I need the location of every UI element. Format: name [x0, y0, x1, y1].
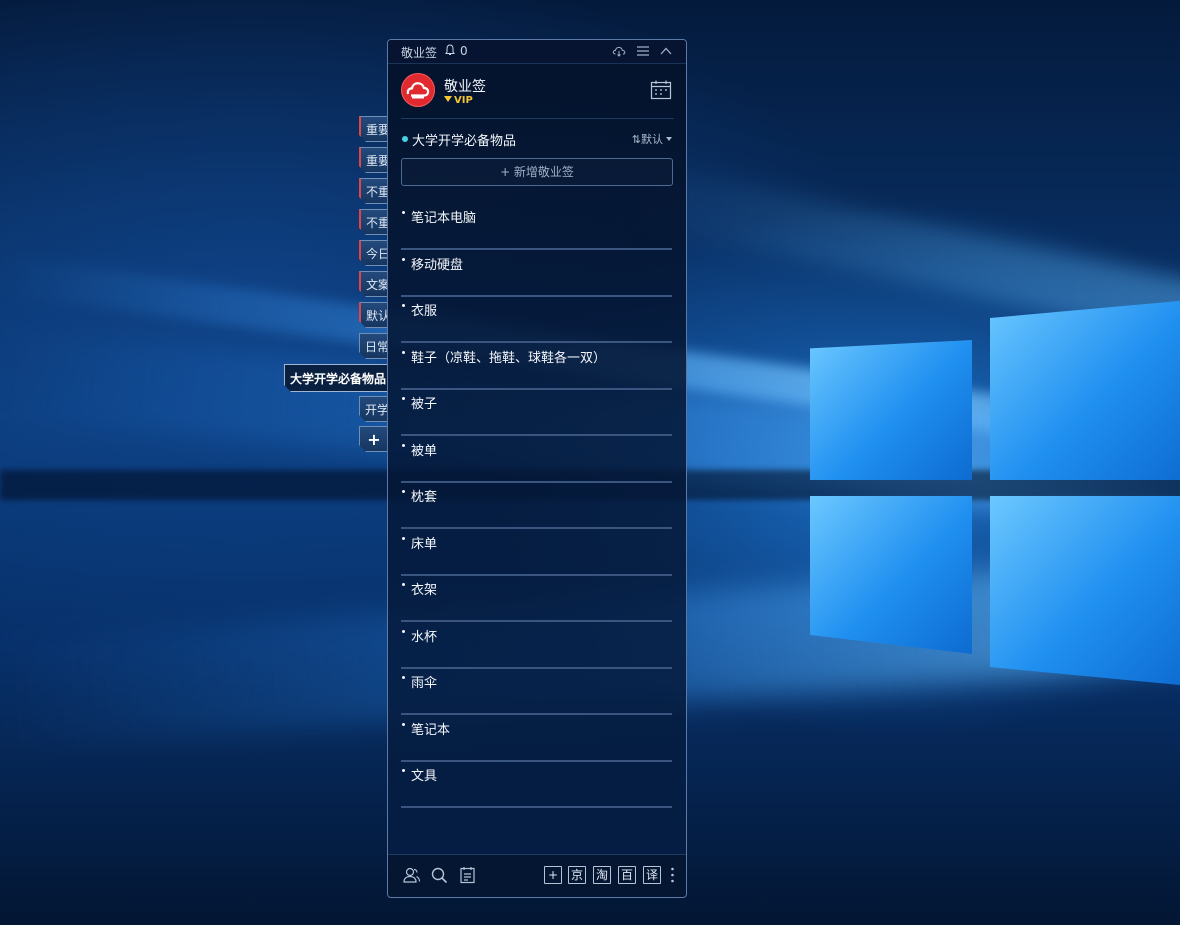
list-item[interactable]: 床单	[401, 530, 672, 576]
side-tab-active[interactable]: 大学开学必备物品	[284, 364, 388, 392]
baidu-shortcut-button[interactable]: 百	[618, 866, 636, 884]
vip-badge: VIP	[444, 95, 473, 106]
side-tab[interactable]: 开学	[359, 396, 388, 422]
side-tab[interactable]: 重要	[359, 116, 388, 142]
bullet-icon	[402, 583, 405, 586]
list-item[interactable]: 被单	[401, 437, 672, 483]
side-tab[interactable]: 不重	[359, 178, 388, 204]
item-separator	[401, 248, 672, 250]
bullet-icon	[402, 211, 405, 214]
list-item[interactable]: 笔记本电脑	[401, 204, 672, 250]
side-tab[interactable]: 文案	[359, 271, 388, 297]
more-icon[interactable]	[671, 866, 674, 884]
title-bar: 敬业签 0	[388, 40, 686, 64]
windows-logo-pane	[990, 496, 1180, 686]
chevron-down-icon	[666, 137, 672, 141]
bell-icon[interactable]	[445, 44, 455, 56]
add-tab-button[interactable]: +	[359, 426, 388, 452]
bullet-icon	[402, 351, 405, 354]
cloud-sync-icon[interactable]	[612, 44, 626, 58]
calendar-icon[interactable]	[650, 79, 672, 101]
bullet-icon	[402, 676, 405, 679]
username: 敬业签	[444, 79, 486, 95]
bullet-icon	[402, 397, 405, 400]
sort-icon: ⇅	[631, 133, 641, 146]
note-panel: 敬业签 0 敬业签 VIP 大学开学必备物品 ⇅默认 + 新增敬业签 笔记本电脑…	[387, 39, 687, 898]
list-item[interactable]: 笔记本	[401, 716, 672, 762]
list-title: 大学开学必备物品	[412, 134, 517, 149]
list-item[interactable]: 衣架	[401, 576, 672, 622]
side-tab[interactable]: 重要	[359, 147, 388, 173]
taobao-shortcut-button[interactable]: 淘	[593, 866, 611, 884]
menu-icon[interactable]	[636, 44, 650, 58]
windows-logo-pane	[990, 300, 1180, 480]
divider	[401, 118, 674, 119]
notes-icon[interactable]	[458, 866, 477, 885]
side-tab[interactable]: 不重	[359, 209, 388, 235]
jd-shortcut-button[interactable]: 京	[568, 866, 586, 884]
add-note-button[interactable]: + 新增敬业签	[401, 158, 673, 186]
app-title: 敬业签	[401, 46, 438, 60]
windows-logo-pane	[810, 496, 972, 654]
item-separator	[401, 713, 672, 715]
side-tab[interactable]: 今日	[359, 240, 388, 266]
notification-count: 0	[460, 44, 468, 58]
windows-logo-pane	[810, 340, 972, 480]
bullet-icon	[402, 723, 405, 726]
avatar[interactable]	[401, 73, 435, 107]
bullet-icon	[402, 537, 405, 540]
list-item[interactable]: 枕套	[401, 483, 672, 529]
side-tab[interactable]: 日常	[359, 333, 388, 359]
app-logo-icon	[406, 82, 430, 99]
item-separator	[401, 341, 672, 343]
list-item[interactable]: 鞋子（凉鞋、拖鞋、球鞋各一双）	[401, 344, 672, 390]
item-separator	[401, 434, 672, 436]
translate-shortcut-button[interactable]: 译	[643, 866, 661, 884]
diamond-icon	[444, 96, 452, 102]
bullet-icon	[402, 630, 405, 633]
side-tab[interactable]: 默认	[359, 302, 388, 328]
list-item[interactable]: 移动硬盘	[401, 251, 672, 297]
contacts-icon[interactable]	[402, 866, 421, 885]
add-button[interactable]: +	[544, 866, 562, 884]
search-icon[interactable]	[430, 866, 449, 885]
item-separator	[401, 620, 672, 622]
list-item[interactable]: 雨伞	[401, 669, 672, 715]
list-item[interactable]: 文具	[401, 762, 672, 808]
bullet-icon	[402, 258, 405, 261]
bullet-icon	[402, 769, 405, 772]
bottom-toolbar: + 京 淘 百 译	[388, 854, 686, 897]
list-item[interactable]: 水杯	[401, 623, 672, 669]
bullet-icon	[402, 444, 405, 447]
list-color-dot	[402, 136, 408, 142]
collapse-icon[interactable]	[659, 44, 673, 58]
sort-dropdown[interactable]: ⇅默认	[632, 131, 672, 147]
bullet-icon	[402, 490, 405, 493]
bullet-icon	[402, 304, 405, 307]
list-item[interactable]: 被子	[401, 390, 672, 436]
item-separator	[401, 527, 672, 529]
list-item[interactable]: 衣服	[401, 297, 672, 343]
item-separator	[401, 806, 672, 808]
